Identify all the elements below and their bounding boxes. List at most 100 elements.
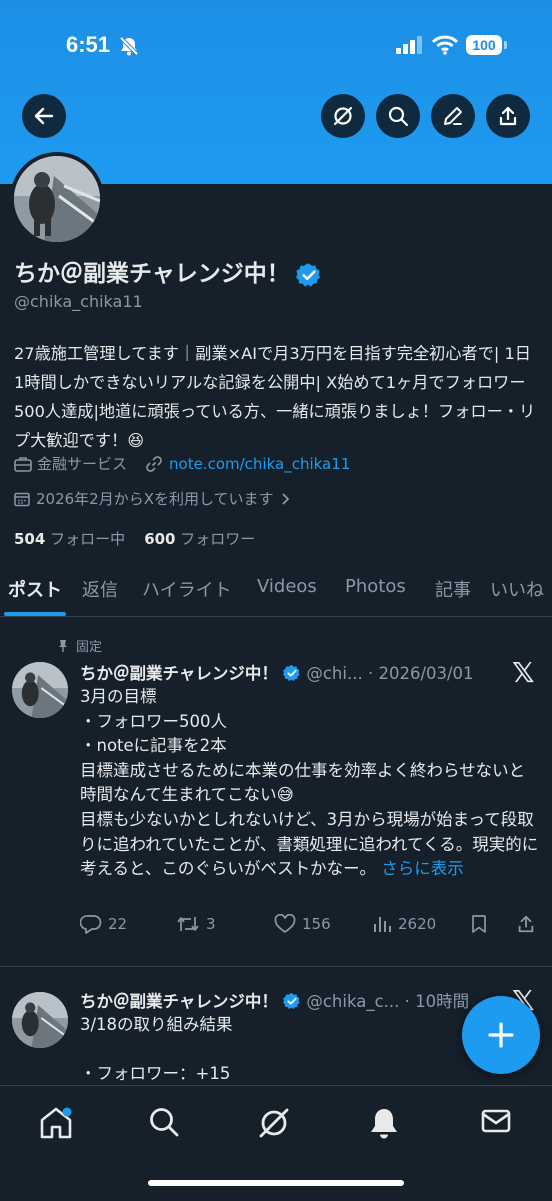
- post-author-name[interactable]: ちか＠副業チャレンジ中！: [80, 664, 278, 683]
- chevron-right-icon: [281, 492, 289, 505]
- messages-icon: [481, 1109, 511, 1133]
- post-body-text: 3月の目標 ・フォロワー500人 ・noteに記事を2本 目標達成させるために本…: [80, 687, 539, 879]
- briefcase-icon: [14, 456, 32, 472]
- active-tab-indicator: [4, 612, 66, 616]
- wifi-icon: [432, 35, 458, 55]
- compose-post-button[interactable]: [462, 996, 540, 1074]
- back-arrow-icon: [34, 107, 54, 125]
- post-avatar[interactable]: [12, 662, 68, 718]
- following-label: フォロー中: [50, 530, 126, 548]
- tab-posts[interactable]: ポスト: [8, 576, 62, 602]
- battery-tip: [504, 41, 507, 49]
- post-date[interactable]: 10時間: [415, 992, 469, 1011]
- tab-photos[interactable]: Photos: [345, 576, 406, 597]
- share-post-button[interactable]: [516, 914, 536, 934]
- signal-icon: [396, 36, 422, 54]
- post-author-handle: @chika_c...: [306, 992, 400, 1011]
- pinned-label: 固定: [56, 636, 102, 655]
- post-separator: ·: [367, 664, 374, 683]
- profile-joined-row[interactable]: 2026年2月からXを利用しています: [14, 488, 292, 509]
- post-separator: ·: [404, 992, 410, 1011]
- like-count: 156: [302, 915, 331, 933]
- profile-tabs: ポスト 返信 ハイライト Videos Photos 記事 いいね: [0, 570, 552, 617]
- repost-button[interactable]: 3: [176, 914, 216, 934]
- mute-bell-icon: [119, 36, 139, 56]
- follow-counts: 504 フォロー中 600 フォロワー: [14, 528, 255, 549]
- reply-count: 22: [108, 915, 128, 933]
- share-icon: [499, 106, 517, 126]
- search-icon: [150, 1108, 179, 1137]
- post-header: ちか＠副業チャレンジ中！ @chika_c... · 10時間: [80, 988, 469, 1012]
- nav-messages[interactable]: [480, 1106, 512, 1140]
- grok-icon: [259, 1108, 289, 1138]
- profile-joined: 2026年2月からXを利用しています: [36, 490, 274, 508]
- show-more-link[interactable]: さらに表示: [381, 859, 464, 878]
- battery-level: 100: [466, 35, 502, 55]
- repost-icon: [177, 917, 199, 931]
- bookmark-button[interactable]: [470, 914, 488, 934]
- bookmark-icon: [472, 915, 486, 933]
- post-date[interactable]: 2026/03/01: [378, 664, 473, 683]
- tab-highlights[interactable]: ハイライト: [142, 576, 232, 602]
- calendar-icon: [14, 492, 30, 506]
- profile-handle: @chika_chika11: [14, 292, 143, 311]
- search-button[interactable]: [376, 94, 420, 138]
- post-text[interactable]: 3月の目標 ・フォロワー500人 ・noteに記事を2本 目標達成させるために本…: [80, 685, 540, 882]
- like-button[interactable]: 156: [274, 914, 331, 934]
- following-link[interactable]: 504 フォロー中: [14, 530, 125, 548]
- following-count: 504: [14, 530, 46, 548]
- nav-home[interactable]: [38, 1106, 74, 1144]
- profile-avatar[interactable]: [10, 152, 104, 246]
- plus-icon: [488, 1022, 514, 1048]
- verified-badge-icon: [283, 665, 300, 682]
- views-button[interactable]: 2620: [372, 914, 436, 934]
- verified-badge-icon: [283, 993, 300, 1010]
- grok-icon: [333, 106, 353, 126]
- share-button[interactable]: [486, 94, 530, 138]
- nav-grok[interactable]: [257, 1106, 291, 1144]
- tab-videos[interactable]: Videos: [257, 576, 317, 597]
- reply-button[interactable]: 22: [80, 914, 127, 934]
- search-icon: [388, 106, 409, 127]
- heart-icon: [274, 914, 296, 934]
- post-author-handle: @chi...: [306, 664, 363, 683]
- reply-icon: [80, 915, 102, 934]
- avatar-photo: [14, 156, 100, 242]
- avatar-photo: [12, 992, 68, 1048]
- followers-count: 600: [144, 530, 176, 548]
- post-author-name[interactable]: ちか＠副業チャレンジ中！: [80, 992, 278, 1011]
- tab-likes[interactable]: いいね: [490, 576, 544, 602]
- status-time: 6:51: [66, 32, 111, 57]
- edit-button[interactable]: [431, 94, 475, 138]
- profile-name: ちか＠副業チャレンジ中！: [14, 254, 322, 288]
- post-actions: 22 3 156 2620: [80, 914, 540, 942]
- home-icon: [40, 1107, 72, 1139]
- share-icon: [518, 915, 534, 933]
- verified-badge-icon[interactable]: [295, 262, 322, 288]
- repost-count: 3: [206, 915, 216, 933]
- notifications-icon: [371, 1109, 397, 1139]
- back-button[interactable]: [22, 94, 66, 138]
- pin-icon: [59, 639, 67, 652]
- profile-meta-row: 金融サービス note.com/chika_chika11: [14, 453, 350, 474]
- avatar-photo: [12, 662, 68, 718]
- nav-search[interactable]: [148, 1106, 180, 1142]
- profile-name-text: ちか＠副業チャレンジ中！: [14, 261, 290, 287]
- link-icon: [146, 455, 162, 472]
- tab-replies[interactable]: 返信: [82, 576, 118, 602]
- post-divider: [0, 966, 552, 967]
- tab-articles[interactable]: 記事: [435, 576, 471, 602]
- edit-icon: [444, 107, 462, 125]
- nav-notifications[interactable]: [368, 1106, 400, 1144]
- profile-bio: 27歳施工管理してます｜副業×AIで月3万円を目指す完全初心者で| 1日1時間し…: [14, 344, 536, 450]
- post-avatar[interactable]: [12, 992, 68, 1048]
- followers-link[interactable]: 600 フォロワー: [144, 530, 255, 548]
- grok-button[interactable]: [321, 94, 365, 138]
- profile-category: 金融サービス: [37, 455, 128, 473]
- home-indicator: [148, 1180, 404, 1186]
- views-chart-icon: [374, 917, 391, 932]
- profile-link[interactable]: note.com/chika_chika11: [169, 455, 350, 473]
- post-header: ちか＠副業チャレンジ中！ @chi... · 2026/03/01: [80, 660, 474, 684]
- view-count: 2620: [398, 915, 437, 933]
- status-bar: 6:51 100: [0, 0, 552, 90]
